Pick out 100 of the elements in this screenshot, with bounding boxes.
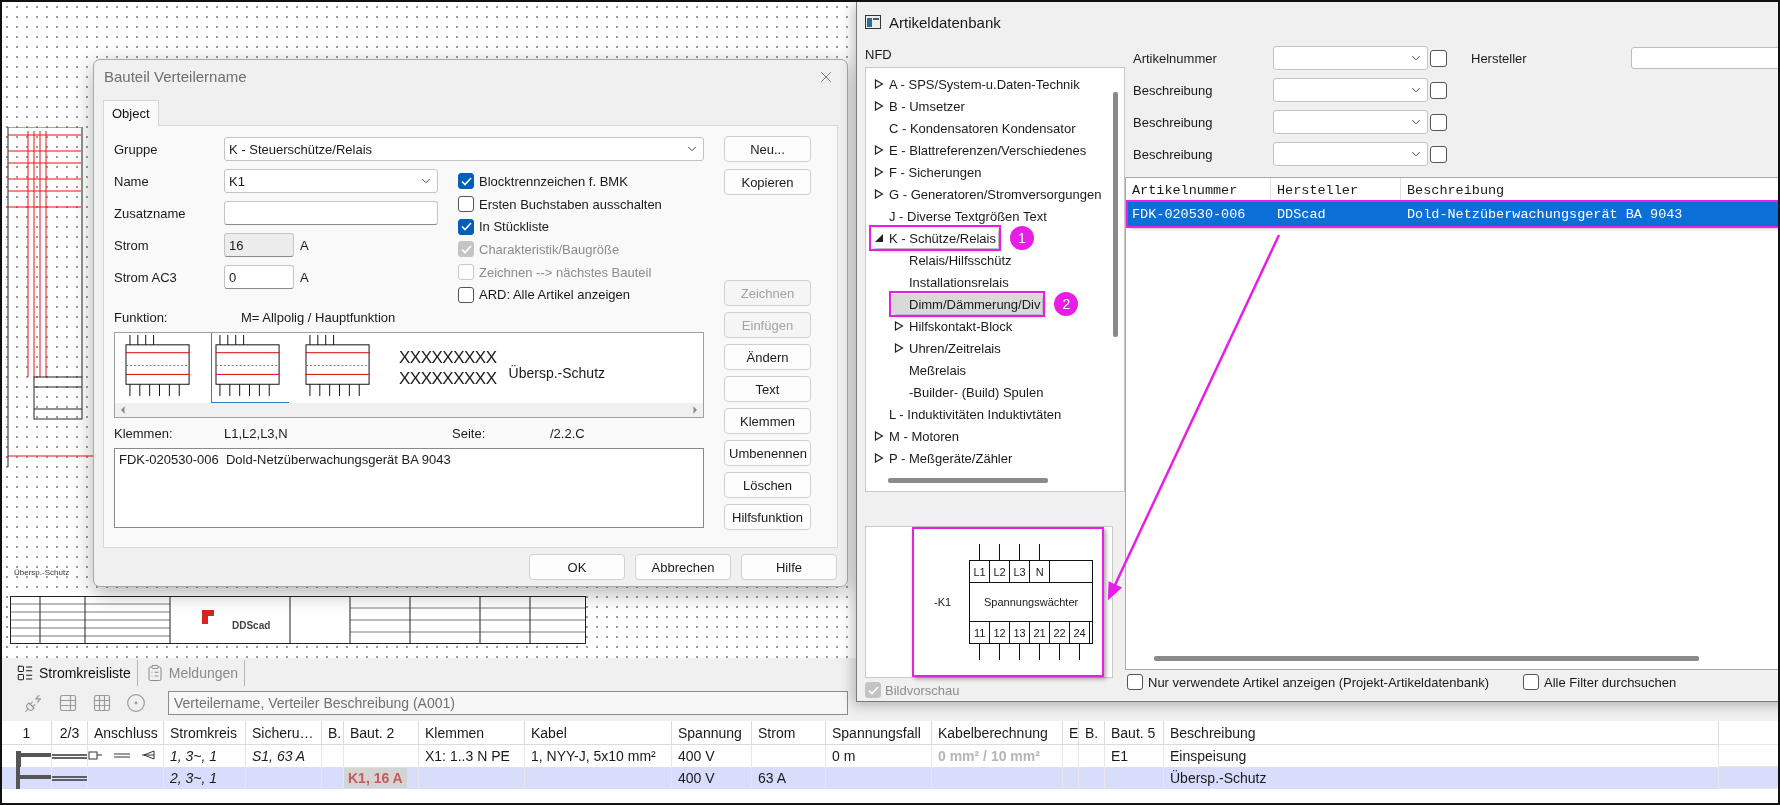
- terminal-label: 24: [1070, 622, 1091, 643]
- expander-icon[interactable]: [894, 343, 904, 353]
- path-field[interactable]: Verteilername, Verteiler Beschreibung (A001): [168, 691, 848, 715]
- name-combobox[interactable]: K1: [224, 169, 438, 193]
- tree-item[interactable]: J - Diverse Textgrößen Text: [872, 206, 1049, 226]
- terminal-label: 21: [1030, 622, 1051, 643]
- table-cell: 63 A: [752, 767, 826, 789]
- input-field[interactable]: [224, 201, 438, 225]
- filter-label: Beschreibung: [1132, 146, 1214, 162]
- symbol-text: XXXXXXXXX: [399, 368, 497, 389]
- checkbox[interactable]: [458, 286, 474, 303]
- dialog-button[interactable]: Hilfe: [741, 554, 837, 580]
- terminal-label: L2: [990, 561, 1011, 582]
- tree-item[interactable]: M - Motoren: [872, 426, 962, 446]
- expander-icon[interactable]: [874, 167, 884, 177]
- checkbox[interactable]: [1430, 145, 1447, 163]
- tree-item[interactable]: L - Induktivitäten Induktivtäten: [872, 404, 1064, 424]
- tree-item[interactable]: K - Schütze/Relais: [872, 228, 998, 248]
- column-header[interactable]: Spannungsfall: [826, 721, 932, 745]
- tree-item[interactable]: Hilfskontakt-Block: [892, 316, 1015, 336]
- expander-icon[interactable]: [874, 233, 884, 243]
- side-button[interactable]: Klemmen: [724, 408, 811, 434]
- checkbox[interactable]: [458, 196, 474, 212]
- scrollbar-thumb[interactable]: [888, 478, 1048, 483]
- column-header[interactable]: B.: [1079, 721, 1105, 745]
- symbol-thumbnail[interactable]: [211, 333, 289, 403]
- tree-item[interactable]: P - Meßgeräte/Zähler: [872, 448, 1015, 468]
- column-header[interactable]: Anschluss: [88, 721, 164, 745]
- tree-item[interactable]: C - Kondensatoren Kondensator: [872, 118, 1078, 138]
- side-button[interactable]: Ändern: [724, 344, 811, 370]
- function-value: M= Allpolig / Hauptfunktion: [241, 309, 396, 325]
- column-header[interactable]: Baut. 5: [1105, 721, 1164, 745]
- checkbox-label: ARD: Alle Artikel anzeigen: [479, 287, 631, 303]
- device-name: Spannungswächter: [984, 596, 1079, 608]
- checkbox[interactable]: [458, 218, 474, 235]
- column-header[interactable]: Stromkreis: [164, 721, 246, 745]
- tab[interactable]: Object: [103, 100, 159, 126]
- column-header[interactable]: Kabel: [525, 721, 672, 745]
- side-button[interactable]: Kopieren: [724, 169, 811, 195]
- checkbox-label: Blocktrennzeichen f. BMK: [479, 173, 628, 189]
- panel-tab[interactable]: Stromkreisliste: [10, 660, 138, 686]
- checkbox[interactable]: [1430, 113, 1447, 131]
- article-text-area[interactable]: FDK-020530-006 Dold-Netzüberwachungsgerät BA 9043: [114, 448, 704, 528]
- tree-item[interactable]: Dimm/Dämmerung/Div: [892, 294, 1043, 314]
- tree-item[interactable]: G - Generatoren/Stromversorgungen: [872, 184, 1104, 204]
- tree-item[interactable]: B - Umsetzer: [872, 96, 967, 116]
- side-button[interactable]: Umbenennen: [724, 440, 811, 466]
- expander-icon[interactable]: [874, 79, 884, 89]
- expander-icon[interactable]: [894, 321, 904, 331]
- terminal-label: 13: [1010, 622, 1031, 643]
- tree-item[interactable]: Relais/Hilfsschütz: [892, 250, 1014, 270]
- unit-label: A: [300, 269, 309, 285]
- scrollbar-thumb[interactable]: [1154, 656, 1699, 661]
- dialog-button[interactable]: Abbrechen: [635, 554, 731, 580]
- tree-item[interactable]: F - Sicherungen: [872, 162, 984, 182]
- tree-item[interactable]: E - Blattreferenzen/Verschiedenes: [872, 140, 1089, 160]
- column-header[interactable]: Kabelberechnung: [932, 721, 1063, 745]
- input-field[interactable]: 0: [224, 265, 294, 289]
- table-row[interactable]: 2, 3~, 1 K1, 16 A 400 V 63 A Übersp.-Schutz: [2, 767, 1778, 789]
- side-button[interactable]: Hilfsfunktion: [724, 504, 811, 530]
- column-header[interactable]: B.: [322, 721, 344, 745]
- tree-item[interactable]: -Builder- (Build) Spulen: [892, 382, 1046, 402]
- scrollbar-thumb[interactable]: [1113, 92, 1118, 337]
- column-header[interactable]: 1: [2, 721, 52, 745]
- expander-icon[interactable]: [874, 189, 884, 199]
- column-header[interactable]: Strom: [752, 721, 826, 745]
- tree-item[interactable]: A - SPS/System-u.Daten-Technik: [872, 74, 1082, 94]
- side-button[interactable]: Text: [724, 376, 811, 402]
- terminal-label: 11: [970, 622, 991, 643]
- input-field[interactable]: [1631, 47, 1778, 69]
- checkbox[interactable]: [1127, 674, 1143, 690]
- expander-icon[interactable]: [874, 431, 884, 441]
- column-header[interactable]: 2/3: [52, 721, 88, 745]
- device-designation: -K1: [934, 596, 952, 608]
- column-header[interactable]: Beschreibung: [1164, 721, 1719, 745]
- checkbox[interactable]: [1523, 674, 1540, 690]
- group-combobox[interactable]: K - Steuerschütze/Relais: [224, 137, 704, 161]
- callout-number: 1: [1009, 226, 1034, 250]
- column-header[interactable]: E: [1063, 721, 1079, 745]
- field-label: Name: [114, 173, 150, 189]
- checkbox[interactable]: [1430, 49, 1447, 67]
- column-header[interactable]: Spannung: [672, 721, 752, 745]
- table-row[interactable]: FDK-020530-006 DDScad Dold-Netzüberwachungsgerät BA 9043: [1128, 202, 1778, 226]
- side-button[interactable]: Neu...: [724, 136, 811, 162]
- expander-icon[interactable]: [874, 453, 884, 463]
- tree-item[interactable]: Installationsrelais: [892, 272, 1011, 292]
- dialog-button[interactable]: OK: [529, 554, 625, 580]
- expander-icon[interactable]: [874, 145, 884, 155]
- expander-icon[interactable]: [874, 101, 884, 111]
- checkbox[interactable]: [458, 173, 474, 190]
- column-header[interactable]: Baut. 2: [344, 721, 419, 745]
- tree-item[interactable]: Meßrelais: [892, 360, 969, 380]
- terminal-label: 22: [1050, 622, 1071, 643]
- tree-item[interactable]: Uhren/Zeitrelais: [892, 338, 1003, 358]
- side-button[interactable]: Löschen: [724, 472, 811, 498]
- checkbox[interactable]: [1430, 81, 1447, 99]
- logo-text: DDScad: [232, 620, 271, 631]
- column-header[interactable]: Klemmen: [419, 721, 525, 745]
- terminal-label: L1: [970, 561, 991, 582]
- column-header[interactable]: Sicheru…: [246, 721, 322, 745]
